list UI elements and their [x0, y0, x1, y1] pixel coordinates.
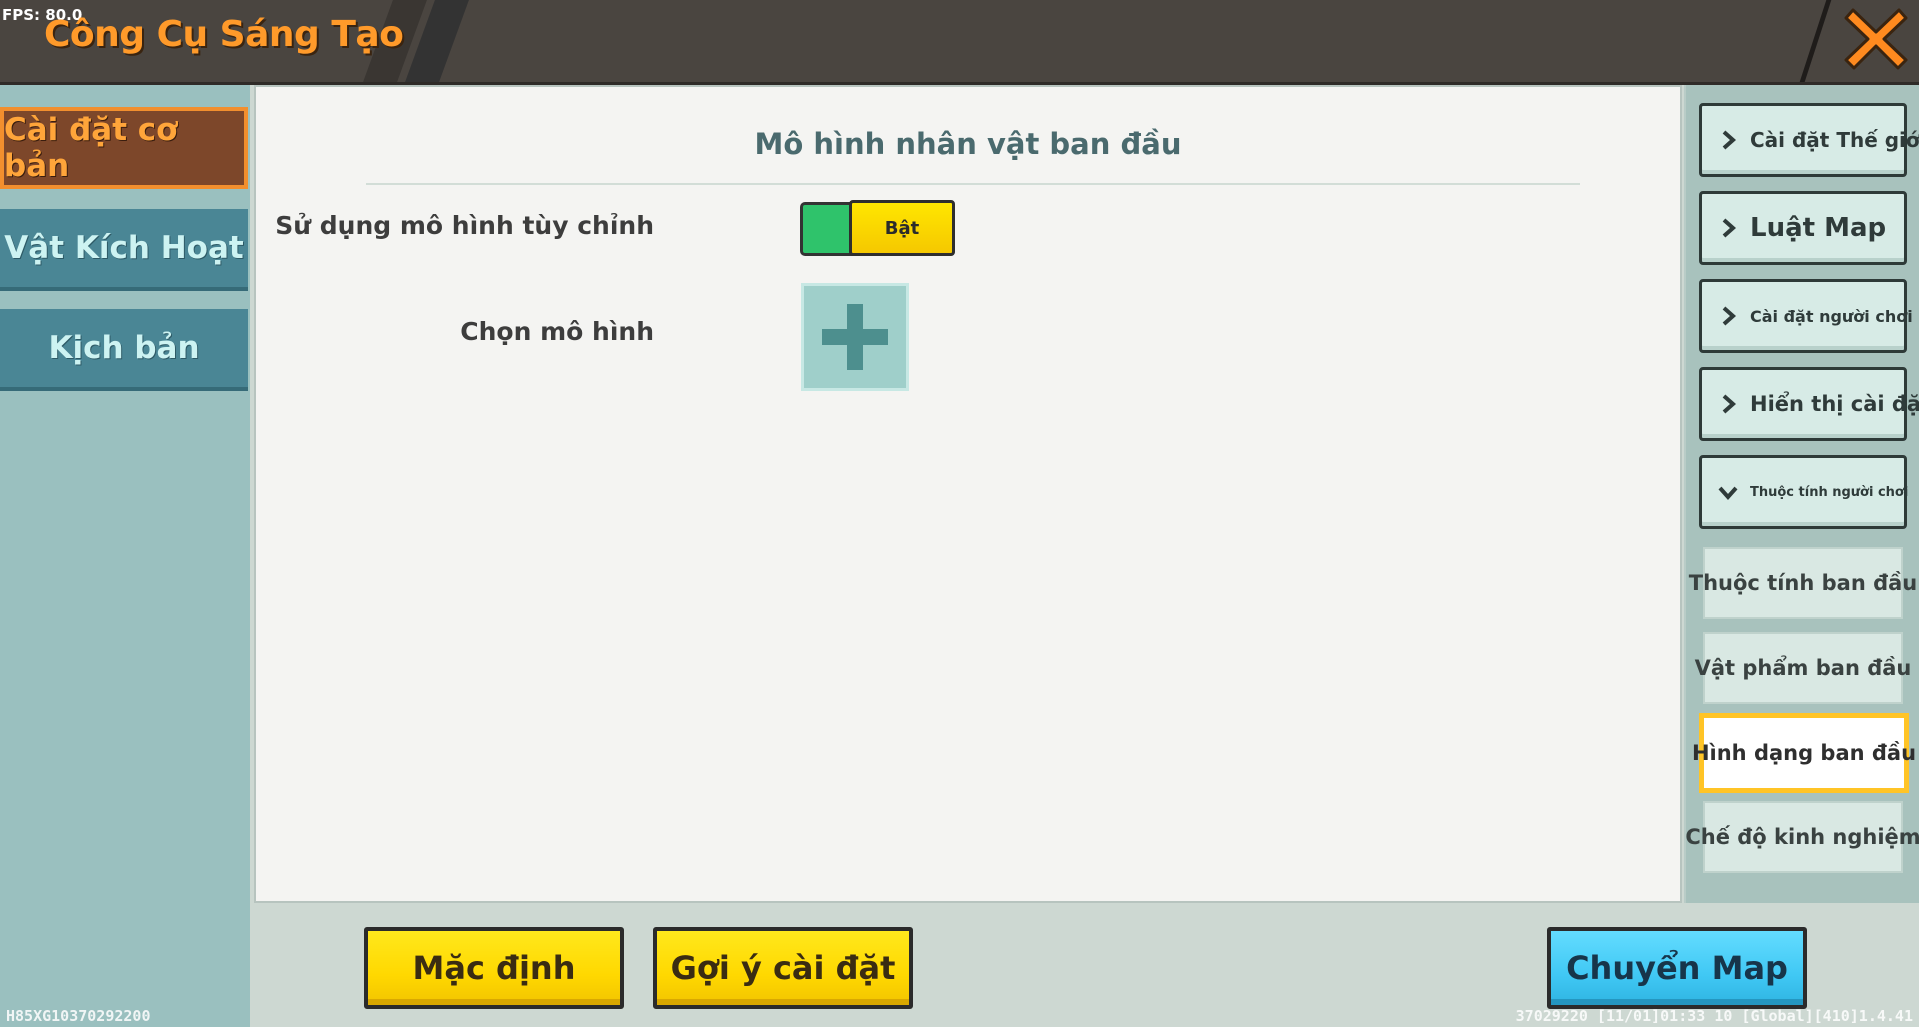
top-bar: FPS: 80.0 Công Cụ Sáng Tạo [0, 0, 1919, 85]
sub-initial-attributes[interactable]: Thuộc tính ban đầu [1689, 547, 1917, 619]
category-map-rules[interactable]: Luật Map [1699, 191, 1907, 265]
category-label: Hiển thị cài đặt [1750, 392, 1919, 416]
chevron-right-icon [1722, 130, 1737, 150]
tab-basic-settings[interactable]: Cài đặt cơ bản [0, 107, 248, 189]
tab-trigger-objects[interactable]: Vật Kích Hoạt [0, 209, 248, 291]
sub-label: Chế độ kinh nghiệm [1685, 825, 1919, 849]
suggest-button-label: Gợi ý cài đặt [670, 949, 896, 987]
chevron-right-icon [1722, 394, 1737, 414]
choose-model-button[interactable] [801, 283, 909, 391]
build-info: 37029220 [11/01]01:33 10 [Global][410]1.… [1515, 1007, 1913, 1025]
settings-content-panel: Mô hình nhân vật ban đầu Sử dụng mô hình… [254, 85, 1682, 903]
sub-label: Vật phẩm ban đầu [1694, 656, 1912, 680]
toggle-knob: Bật [849, 200, 955, 256]
category-player-settings[interactable]: Cài đặt người chơi [1699, 279, 1913, 353]
device-id: H85XG10370292200 [6, 1007, 151, 1025]
close-area [1813, 0, 1919, 82]
sub-initial-appearance[interactable]: Hình dạng ban đầu [1692, 713, 1916, 793]
left-category-panel: Cài đặt cơ bản Vật Kích Hoạt Kịch bản [0, 85, 250, 1027]
sub-initial-items[interactable]: Vật phẩm ban đầu [1695, 632, 1911, 704]
default-button-label: Mặc định [412, 949, 576, 987]
chevron-right-icon [1722, 218, 1737, 238]
tab-label: Kịch bản [48, 330, 200, 366]
plus-icon [822, 304, 888, 370]
default-button[interactable]: Mặc định [364, 927, 624, 1009]
use-custom-model-label: Sử dụng mô hình tùy chỉnh [275, 211, 654, 240]
close-x-icon[interactable] [1843, 6, 1909, 72]
tab-label: Cài đặt cơ bản [4, 112, 178, 184]
divider [366, 183, 1580, 185]
sub-label: Hình dạng ban đầu [1691, 741, 1917, 765]
choose-model-label: Chọn mô hình [460, 317, 654, 346]
chevron-right-icon [1722, 306, 1737, 326]
custom-model-toggle[interactable]: Bật [800, 200, 955, 256]
chevron-down-icon [1718, 486, 1738, 501]
category-label: Cài đặt người chơi [1750, 306, 1913, 326]
switch-map-label: Chuyển Map [1566, 949, 1788, 987]
switch-map-button[interactable]: Chuyển Map [1547, 927, 1807, 1009]
category-label: Thuộc tính người chơi [1750, 484, 1909, 500]
tab-label: Vật Kích Hoạt [4, 230, 244, 266]
tab-script[interactable]: Kịch bản [0, 309, 248, 391]
suggest-settings-button[interactable]: Gợi ý cài đặt [653, 927, 913, 1009]
right-settings-nav: Cài đặt Thế giới Luật Map Cài đặt người … [1684, 85, 1919, 903]
category-label: Luật Map [1750, 213, 1887, 243]
sub-label: Thuộc tính ban đầu [1688, 571, 1918, 595]
app-title: Công Cụ Sáng Tạo [44, 14, 404, 55]
section-title: Mô hình nhân vật ban đầu [754, 127, 1182, 161]
toggle-state-text: Bật [884, 217, 920, 239]
category-player-attributes[interactable]: Thuộc tính người chơi [1699, 455, 1909, 529]
category-display-settings[interactable]: Hiển thị cài đặt [1699, 367, 1919, 441]
category-label: Cài đặt Thế giới [1750, 128, 1919, 152]
sub-experience-mode[interactable]: Chế độ kinh nghiệm [1685, 801, 1919, 873]
category-world-settings[interactable]: Cài đặt Thế giới [1699, 103, 1919, 177]
